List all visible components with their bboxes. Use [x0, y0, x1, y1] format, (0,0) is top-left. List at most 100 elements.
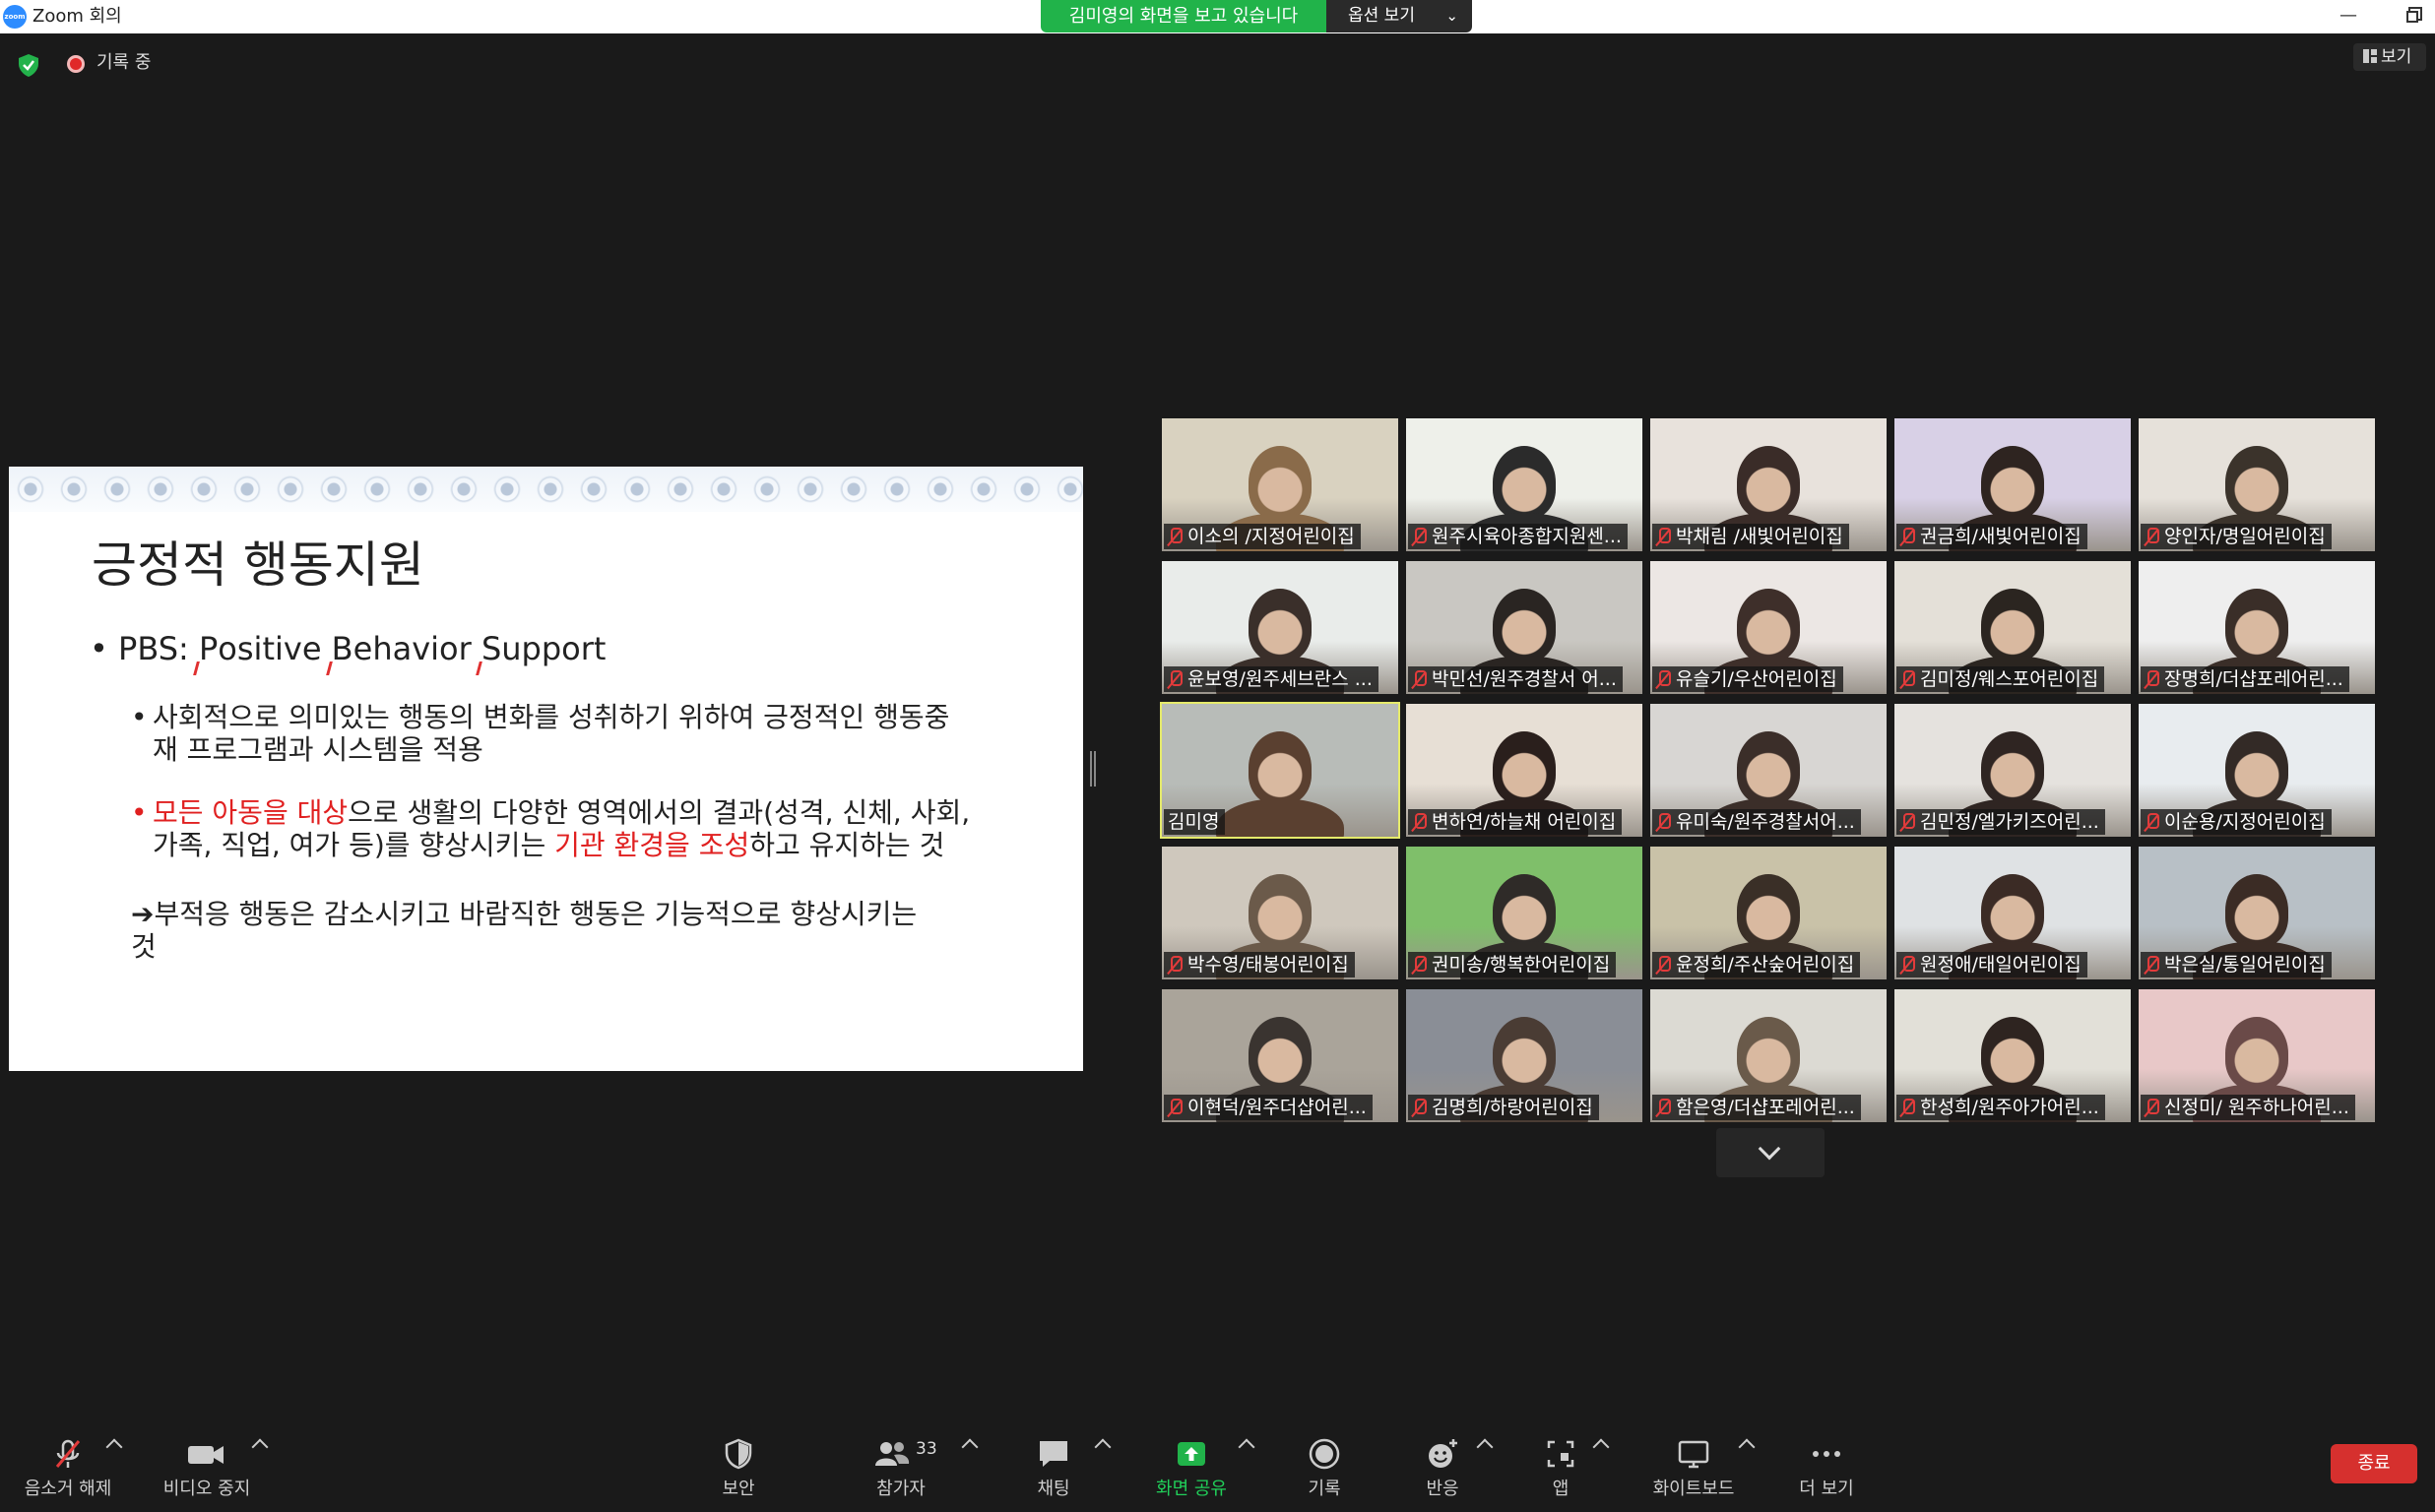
participant-name-text: 신정미/ 원주하나어린... [2164, 1097, 2349, 1118]
stop-video-label: 비디오 중지 [162, 1479, 251, 1499]
microphone-muted-icon [2145, 670, 2159, 688]
slide-bullet-pbs: • PBS: Positive Behavior Support [90, 630, 606, 667]
participant-silhouette [1249, 1017, 1312, 1090]
participant-tile[interactable]: 이순용/지정어린이집 [2139, 704, 2375, 837]
participant-gallery: 이소의 /지정어린이집 원주시육아종합지원센... 박채림 /새빛어린이집 권금희/새… [1160, 418, 2383, 1122]
bullet-text: 것 [131, 930, 157, 963]
participant-tile[interactable]: 김미영 [1160, 702, 1400, 839]
participant-tile[interactable]: 원주시육아종합지원센... [1406, 418, 1642, 551]
participant-silhouette [1981, 446, 2044, 519]
share-options-caret[interactable] [1238, 1438, 1255, 1456]
participant-tile[interactable]: 박민선/원주경찰서 어... [1406, 561, 1642, 694]
participants-button[interactable]: 33 참가자 [847, 1418, 955, 1512]
share-screen-button[interactable]: 화면 공유 [1142, 1418, 1241, 1512]
zoom-app-icon: zoom [3, 5, 27, 29]
more-button[interactable]: 더 보기 [1777, 1418, 1876, 1512]
participant-name: 원정애/태일어린이집 [1896, 952, 2087, 977]
unmute-button[interactable]: 음소거 해제 [14, 1418, 122, 1512]
participant-tile[interactable]: 원정애/태일어린이집 [1894, 847, 2131, 979]
restore-button[interactable] [2390, 0, 2435, 33]
participant-tile[interactable]: 이소의 /지정어린이집 [1162, 418, 1398, 551]
microphone-muted-icon [1168, 670, 1183, 688]
minimize-button[interactable]: — [2326, 0, 2371, 33]
reactions-button[interactable]: 반응 [1393, 1418, 1492, 1512]
security-button[interactable]: 보안 [689, 1418, 788, 1512]
participant-tile[interactable]: 유슬기/우산어린이집 [1650, 561, 1887, 694]
participants-options-caret[interactable] [961, 1438, 979, 1456]
participant-name: 장명희/더샵포레어린... [2141, 666, 2349, 692]
microphone-muted-icon [1412, 956, 1427, 974]
participant-name-text: 박수영/태봉어린이집 [1187, 954, 1349, 976]
stop-video-button[interactable]: 비디오 중지 [153, 1418, 261, 1512]
microphone-muted-icon [2145, 528, 2159, 545]
microphone-muted-icon [1900, 528, 1915, 545]
participants-count: 33 [916, 1439, 937, 1459]
share-screen-label: 화면 공유 [1156, 1479, 1227, 1499]
participant-tile[interactable]: 윤보영/원주세브란스 ... [1162, 561, 1398, 694]
participant-silhouette [1981, 589, 2044, 662]
participant-silhouette [1493, 446, 1556, 519]
bullet-text: ositive [218, 630, 332, 667]
participant-name-text: 이소의 /지정어린이집 [1187, 526, 1355, 547]
spellcheck-word: B [331, 630, 353, 667]
participant-tile[interactable]: 박수영/태봉어린이집 [1162, 847, 1398, 979]
title-bar: zoom Zoom 회의 김미영의 화면을 보고 있습니다 옵션 보기 ⌄ — [0, 0, 2435, 33]
unmute-label: 음소거 해제 [24, 1479, 112, 1499]
participant-name: 한성희/원주아가어린... [1896, 1095, 2105, 1120]
participant-tile[interactable]: 변하연/하늘채 어린이집 [1406, 704, 1642, 837]
participant-tile[interactable]: 김미정/웨스포어린이집 [1894, 561, 2131, 694]
view-options-button[interactable]: 옵션 보기 ⌄ [1326, 0, 1472, 32]
participant-name: 박은실/통일어린이집 [2141, 952, 2332, 977]
chat-button[interactable]: 채팅 [1004, 1418, 1103, 1512]
participant-tile[interactable]: 장명희/더샵포레어린... [2139, 561, 2375, 694]
participant-tile[interactable]: 한성희/원주아가어린... [1894, 989, 2131, 1122]
participant-silhouette [2225, 589, 2288, 662]
participant-name: 김명희/하랑어린이집 [1408, 1095, 1599, 1120]
participant-name: 김미정/웨스포어린이집 [1896, 666, 2105, 692]
gallery-next-page-button[interactable] [1716, 1128, 1825, 1177]
participant-name-text: 김미정/웨스포어린이집 [1920, 668, 2099, 690]
whiteboard-button[interactable]: 화이트보드 [1634, 1418, 1753, 1512]
participants-icon [875, 1442, 910, 1466]
panel-splitter[interactable] [1090, 751, 1096, 787]
participant-tile[interactable]: 양인자/명일어린이집 [2139, 418, 2375, 551]
participant-silhouette [1493, 731, 1556, 804]
recording-label[interactable]: 기록 중 [96, 51, 151, 75]
participant-tile[interactable]: 이현덕/원주더샵어린... [1162, 989, 1398, 1122]
participant-name-text: 변하연/하늘채 어린이집 [1432, 811, 1617, 833]
share-status-text: 김미영의 화면을 보고 있습니다 [1041, 0, 1326, 32]
participant-tile[interactable]: 권미송/행복한어린이집 [1406, 847, 1642, 979]
view-label: 보기 [2381, 47, 2412, 67]
highlight-text: 기관 환경을 조성 [554, 829, 750, 861]
apps-button[interactable]: 앱 [1511, 1418, 1610, 1512]
participant-tile[interactable]: 윤정희/주산숲어린이집 [1650, 847, 1887, 979]
participant-name-text: 원주시육아종합지원센... [1432, 526, 1622, 547]
end-meeting-button[interactable]: 종료 [2331, 1444, 2417, 1483]
participant-tile[interactable]: 김명희/하랑어린이집 [1406, 989, 1642, 1122]
participant-name: 변하연/하늘채 어린이집 [1408, 809, 1623, 835]
recording-icon[interactable] [67, 55, 85, 73]
participant-tile[interactable]: 박은실/통일어린이집 [2139, 847, 2375, 979]
participant-tile[interactable]: 박채림 /새빛어린이집 [1650, 418, 1887, 551]
participant-name: 유슬기/우산어린이집 [1652, 666, 1843, 692]
bullet-text: 으로 생활의 다양한 영역에서의 결과(성격, 신체, 사회, [348, 796, 971, 829]
highlight-text: 모든 아동을 대상 [153, 796, 349, 829]
participant-tile[interactable]: 권금희/새빛어린이집 [1894, 418, 2131, 551]
participant-name-text: 권금희/새빛어린이집 [1920, 526, 2082, 547]
participant-tile[interactable]: 유미숙/원주경찰서어... [1650, 704, 1887, 837]
view-button[interactable]: 보기 [2353, 43, 2426, 71]
participant-name-text: 유슬기/우산어린이집 [1676, 668, 1837, 690]
gallery-view-icon [2363, 49, 2377, 63]
participant-tile[interactable]: 신정미/ 원주하나어린... [2139, 989, 2375, 1122]
participant-tile[interactable]: 김민정/엘가키즈어린... [1894, 704, 2131, 837]
reaction-smiley-icon [1429, 1439, 1457, 1468]
bullet-text: PBS: [118, 630, 199, 667]
participant-name-text: 한성희/원주아가어린... [1920, 1097, 2099, 1118]
shield-check-icon[interactable] [16, 52, 41, 78]
spellcheck-word: S [481, 630, 502, 667]
participant-silhouette [1737, 589, 1800, 662]
participant-silhouette [1737, 446, 1800, 519]
record-button[interactable]: 기록 [1275, 1418, 1374, 1512]
participant-tile[interactable]: 함은영/더샵포레어린... [1650, 989, 1887, 1122]
record-label: 기록 [1308, 1479, 1341, 1499]
